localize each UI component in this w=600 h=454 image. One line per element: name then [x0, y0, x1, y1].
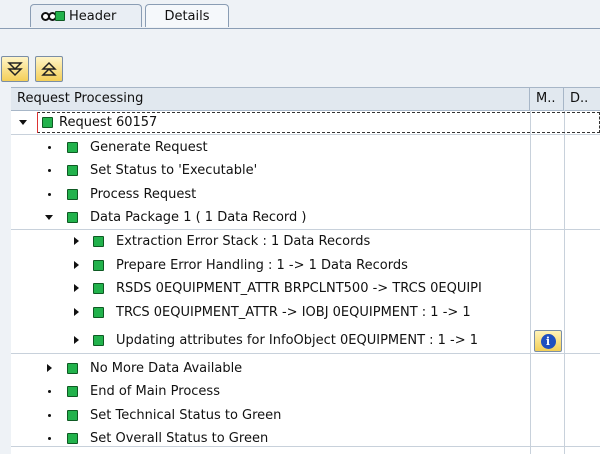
- bullet-icon: [45, 427, 55, 450]
- tree-node-label: No More Data Available: [90, 361, 243, 376]
- tree-node-data-package[interactable]: Data Package 1 ( 1 Data Record ): [11, 206, 530, 229]
- bullet-icon: [45, 136, 55, 159]
- tree-node-label: Generate Request: [90, 140, 208, 155]
- info-icon: i: [540, 333, 556, 349]
- tree-node-step[interactable]: Process Request: [11, 183, 530, 206]
- row-separator: [11, 134, 600, 135]
- tree-node-label: Request 60157: [59, 115, 158, 130]
- tree-node-label: Process Request: [90, 187, 197, 202]
- green-status-icon: [42, 117, 53, 128]
- green-status-icon: [93, 307, 104, 318]
- expand-arrow-icon[interactable]: [72, 277, 82, 300]
- tree-node-step[interactable]: Generate Request: [11, 136, 530, 159]
- tree-node-label: Extraction Error Stack : 1 Data Records: [116, 234, 371, 249]
- green-status-icon: [67, 433, 78, 444]
- tree-node-package-child[interactable]: TRCS 0EQUIPMENT_ATTR -> IOBJ 0EQUIPMENT …: [11, 301, 530, 324]
- column-request-processing[interactable]: Request Processing: [11, 88, 530, 110]
- column-header-row: Request Processing M.. D..: [11, 88, 600, 111]
- bullet-icon: [45, 183, 55, 206]
- green-status-icon: [67, 386, 78, 397]
- tree-node-label: Set Status to 'Executable': [90, 163, 258, 178]
- column-divider: [564, 110, 565, 454]
- tree-node-package-child[interactable]: Updating attributes for InfoObject 0EQUI…: [11, 329, 530, 352]
- tree-node-label: Updating attributes for InfoObject 0EQUI…: [116, 333, 479, 348]
- expand-arrow-icon[interactable]: [45, 357, 55, 380]
- green-status-icon: [67, 410, 78, 421]
- request-processing-tree: Request Processing M.. D.. Request 60157…: [11, 87, 600, 454]
- expand-arrow-icon[interactable]: [72, 329, 82, 352]
- green-status-icon: [93, 283, 104, 294]
- collapse-arrow-icon[interactable]: [19, 111, 29, 134]
- expand-arrow-icon[interactable]: [72, 301, 82, 324]
- expand-arrow-icon[interactable]: [72, 230, 82, 253]
- tree-node-step[interactable]: End of Main Process: [11, 380, 530, 403]
- tab-details[interactable]: Details: [145, 4, 229, 27]
- tree-node-package-child[interactable]: Extraction Error Stack : 1 Data Records: [11, 230, 530, 253]
- green-status-icon: [67, 189, 78, 200]
- column-d[interactable]: D..: [564, 88, 600, 110]
- tree-node-package-child[interactable]: RSDS 0EQUIPMENT_ATTR BRPCLNT500 -> TRCS …: [11, 277, 530, 300]
- collapse-all-button[interactable]: [35, 56, 63, 82]
- expand-all-icon: [7, 62, 23, 77]
- tree-node-step[interactable]: Set Overall Status to Green: [11, 427, 530, 450]
- tree-node-label: End of Main Process: [90, 384, 220, 399]
- tree-node-label: Set Technical Status to Green: [90, 408, 282, 423]
- tab-header[interactable]: Header: [30, 4, 142, 27]
- tree-node-label: Data Package 1 ( 1 Data Record ): [90, 210, 307, 225]
- tree-node-package-child[interactable]: Prepare Error Handling : 1 -> 1 Data Rec…: [11, 254, 530, 277]
- tree-node-step[interactable]: No More Data Available: [11, 357, 530, 380]
- green-status-icon: [93, 236, 104, 247]
- expand-all-button[interactable]: [1, 56, 29, 82]
- tab-strip: Header Details: [0, 0, 600, 29]
- column-divider: [530, 110, 531, 454]
- tree-node-label: RSDS 0EQUIPMENT_ATTR BRPCLNT500 -> TRCS …: [116, 281, 482, 296]
- green-status-icon: [67, 363, 78, 374]
- column-m[interactable]: M..: [530, 88, 564, 110]
- row-separator: [11, 353, 600, 354]
- green-status-icon: [93, 260, 104, 271]
- green-status-icon: [93, 335, 104, 346]
- tree-node-step[interactable]: Set Status to 'Executable': [11, 159, 530, 182]
- header-status-icon: [41, 11, 65, 21]
- tree-node-step[interactable]: Set Technical Status to Green: [11, 404, 530, 427]
- tree-node-request[interactable]: Request 60157: [11, 111, 530, 134]
- tab-details-label: Details: [164, 9, 210, 24]
- tree-node-label: Prepare Error Handling : 1 -> 1 Data Rec…: [116, 258, 408, 273]
- green-status-icon: [67, 165, 78, 176]
- green-status-icon: [67, 212, 78, 223]
- bullet-icon: [45, 380, 55, 403]
- tab-header-label: Header: [69, 8, 117, 24]
- bullet-icon: [45, 159, 55, 182]
- bullet-icon: [45, 404, 55, 427]
- collapse-arrow-icon[interactable]: [45, 206, 55, 229]
- green-status-icon: [67, 142, 78, 153]
- info-button[interactable]: i: [534, 330, 562, 352]
- collapse-all-icon: [41, 61, 57, 76]
- expand-arrow-icon[interactable]: [72, 254, 82, 277]
- tree-node-label: Set Overall Status to Green: [90, 431, 269, 446]
- tree-node-label: TRCS 0EQUIPMENT_ATTR -> IOBJ 0EQUIPMENT …: [116, 305, 471, 320]
